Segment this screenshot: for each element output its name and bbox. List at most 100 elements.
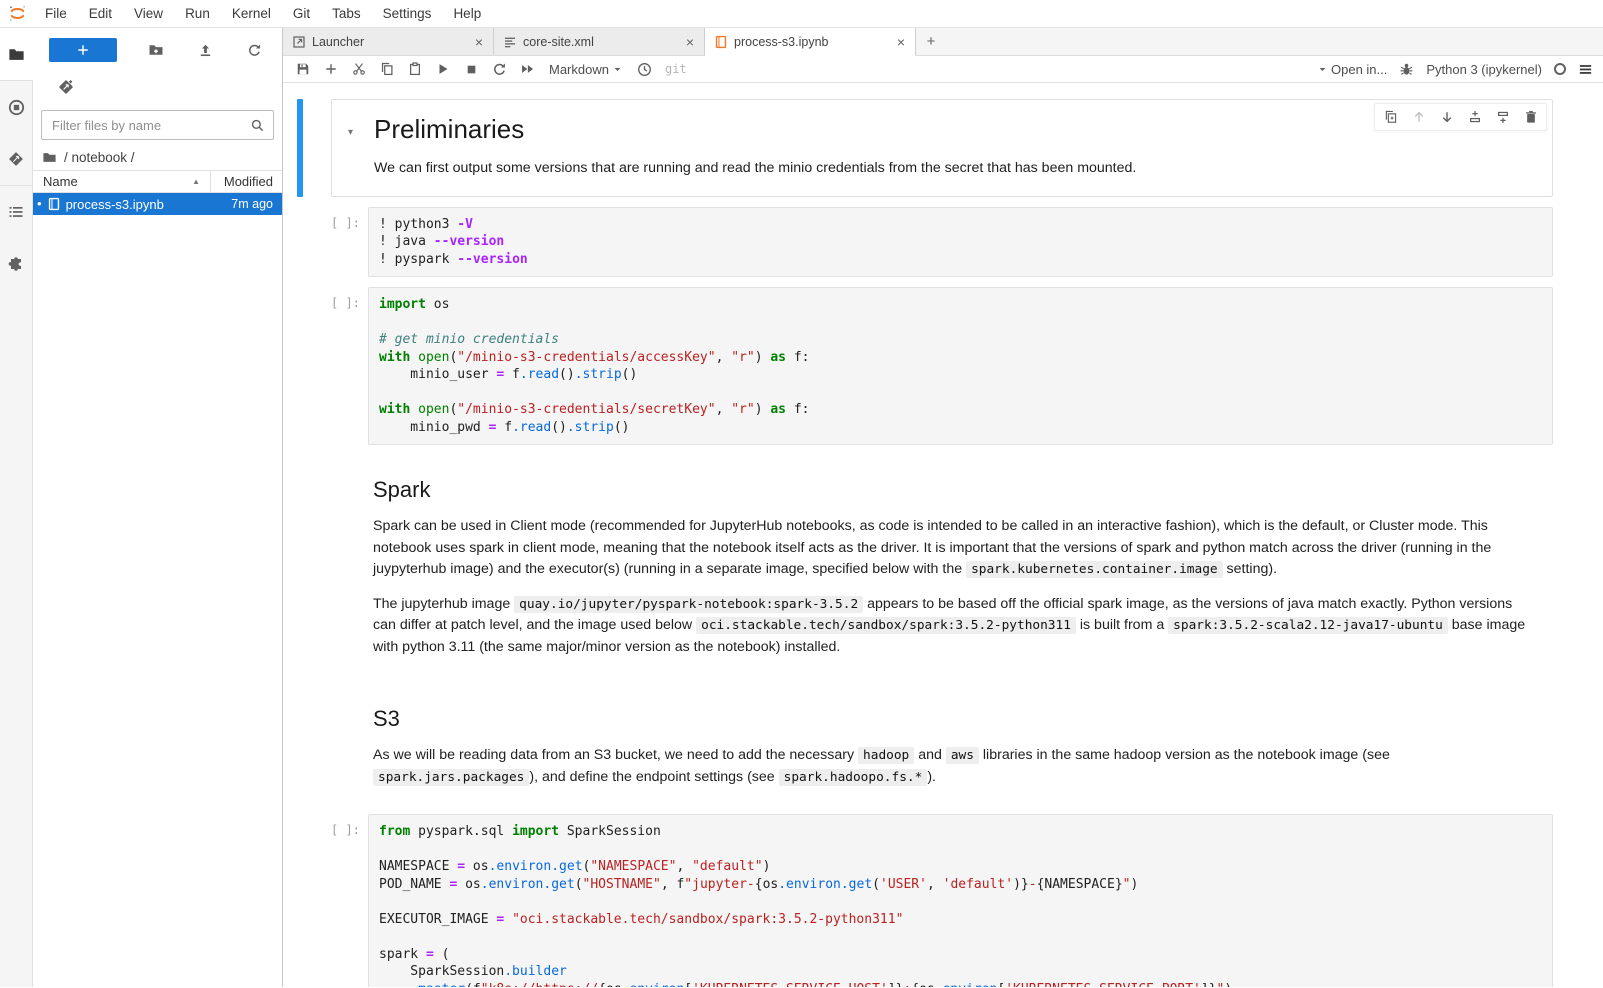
menu-settings[interactable]: Settings (372, 6, 443, 21)
files-icon (8, 46, 25, 63)
git-toolbar-label: git (665, 62, 687, 76)
run-icon (436, 62, 450, 76)
inline-code: spark.jars.packages (373, 769, 529, 786)
delete-button[interactable] (1518, 106, 1543, 128)
toc-icon (8, 204, 24, 220)
markdown-paragraph: The jupyterhub image quay.io/jupyter/pys… (373, 594, 1537, 659)
tab-label: core-site.xml (523, 35, 678, 49)
file-filter-input[interactable] (50, 117, 250, 134)
new-launcher-button[interactable] (49, 38, 117, 62)
menu-git[interactable]: Git (282, 6, 321, 21)
cell-type-dropdown[interactable]: Markdown (549, 62, 623, 77)
refresh-icon (247, 43, 262, 58)
plus-icon (76, 43, 90, 57)
paste-button[interactable] (401, 57, 429, 82)
markdown-body[interactable]: ▾ Preliminaries We can first output some… (331, 99, 1553, 197)
restart-button[interactable] (485, 57, 513, 82)
menu-edit[interactable]: Edit (78, 6, 123, 21)
paste-icon (408, 62, 422, 76)
jupyter-logo-icon (0, 4, 34, 23)
open-in-dropdown[interactable]: Open in... (1317, 62, 1387, 77)
kernel-name[interactable]: Python 3 (ipykernel) (1426, 62, 1542, 77)
git-clone-button[interactable] (57, 78, 75, 96)
file-modified: 7m ago (231, 197, 273, 211)
fast-forward-button[interactable] (513, 57, 541, 82)
sidebar-tab-extensions[interactable] (0, 238, 33, 290)
inline-code: hadoop (858, 747, 914, 764)
new-folder-button[interactable] (145, 39, 167, 61)
insert-below-icon (1496, 110, 1510, 124)
save-button[interactable] (289, 57, 317, 82)
column-name[interactable]: Name ▲ (33, 171, 210, 192)
move-down-icon (1440, 110, 1454, 124)
sort-asc-icon: ▲ (192, 177, 200, 186)
file-name: process-s3.ipynb (66, 197, 227, 212)
markdown-heading: S3 (373, 706, 1537, 732)
move-up-button[interactable] (1406, 106, 1431, 128)
menu-tabs[interactable]: Tabs (321, 6, 372, 21)
duplicate-button[interactable] (1378, 106, 1403, 128)
clock-icon (637, 62, 652, 77)
search-icon (250, 118, 265, 133)
markdown-cell: ▾ Preliminaries We can first output some… (331, 99, 1553, 197)
menu-run[interactable]: Run (174, 6, 221, 21)
stop-button[interactable] (457, 57, 485, 82)
markdown-body[interactable]: S3 As we will be reading data from an S3… (331, 684, 1553, 804)
sidebar-tab-files[interactable] (0, 28, 33, 80)
inline-code: quay.io/jupyter/pyspark-notebook:spark-3… (514, 596, 863, 613)
close-icon[interactable]: × (684, 34, 696, 50)
menu-kernel[interactable]: Kernel (221, 6, 282, 21)
xml-file-icon (503, 35, 517, 49)
run-button[interactable] (429, 57, 457, 82)
inline-code: spark:3.5.2-scala2.12-java17-ubuntu (1168, 617, 1448, 634)
tab-label: Launcher (312, 35, 467, 49)
code-editor[interactable]: from pyspark.sql import SparkSession NAM… (368, 814, 1553, 987)
close-icon[interactable]: × (895, 34, 907, 50)
execution-time-button[interactable] (631, 57, 659, 82)
column-modified[interactable]: Modified (210, 171, 282, 192)
markdown-body[interactable]: Spark Spark can be used in Client mode (… (331, 455, 1553, 674)
markdown-cell: Spark Spark can be used in Client mode (… (331, 455, 1553, 674)
refresh-button[interactable] (244, 39, 266, 61)
duplicate-icon (1384, 110, 1398, 124)
sidebar-tab-toc[interactable] (0, 186, 33, 238)
close-icon[interactable]: × (473, 34, 485, 50)
save-icon (296, 62, 310, 76)
tab-process-s3.ipynb[interactable]: process-s3.ipynb × (705, 28, 916, 56)
heading-collapse-icon[interactable]: ▾ (348, 127, 353, 138)
add-icon (324, 62, 338, 76)
restart-icon (492, 62, 507, 77)
cut-button[interactable] (345, 57, 373, 82)
cell-prompt: [ ]: (331, 814, 368, 987)
file-row[interactable]: • process-s3.ipynb 7m ago (33, 193, 282, 215)
upload-button[interactable] (194, 39, 216, 61)
cell-collapser[interactable] (297, 99, 303, 197)
add-button[interactable] (317, 57, 345, 82)
code-editor[interactable]: import os # get minio credentials with o… (368, 287, 1553, 445)
tab-core-site.xml[interactable]: core-site.xml × (494, 28, 705, 55)
sidebar-tab-running[interactable] (0, 81, 33, 133)
add-tab-button[interactable]: + (916, 28, 946, 55)
debugger-bug-icon[interactable] (1399, 62, 1414, 77)
move-down-button[interactable] (1434, 106, 1459, 128)
menu-view[interactable]: View (123, 6, 174, 21)
insert-below-button[interactable] (1490, 106, 1515, 128)
copy-button[interactable] (373, 57, 401, 82)
delete-icon (1524, 110, 1538, 124)
move-up-icon (1412, 110, 1426, 124)
menu-file[interactable]: File (34, 6, 78, 21)
extensions-icon (8, 256, 24, 272)
menu-help[interactable]: Help (442, 6, 492, 21)
git-clone-icon (58, 79, 74, 95)
tab-label: process-s3.ipynb (734, 35, 889, 49)
hamburger-menu-icon[interactable] (1578, 62, 1593, 77)
chevron-down-icon (612, 64, 623, 75)
insert-above-button[interactable] (1462, 106, 1487, 128)
sidebar-tab-git[interactable] (0, 133, 33, 185)
inline-code: spark.hadoopo.fs.* (779, 769, 928, 786)
code-editor[interactable]: ! python3 -V ! java --version ! pyspark … (368, 207, 1553, 278)
tab-bar: Launcher × core-site.xml × process-s3.ip… (283, 28, 1603, 56)
cut-icon (352, 62, 366, 76)
tab-Launcher[interactable]: Launcher × (283, 28, 494, 55)
breadcrumb[interactable]: / notebook / (33, 144, 282, 170)
